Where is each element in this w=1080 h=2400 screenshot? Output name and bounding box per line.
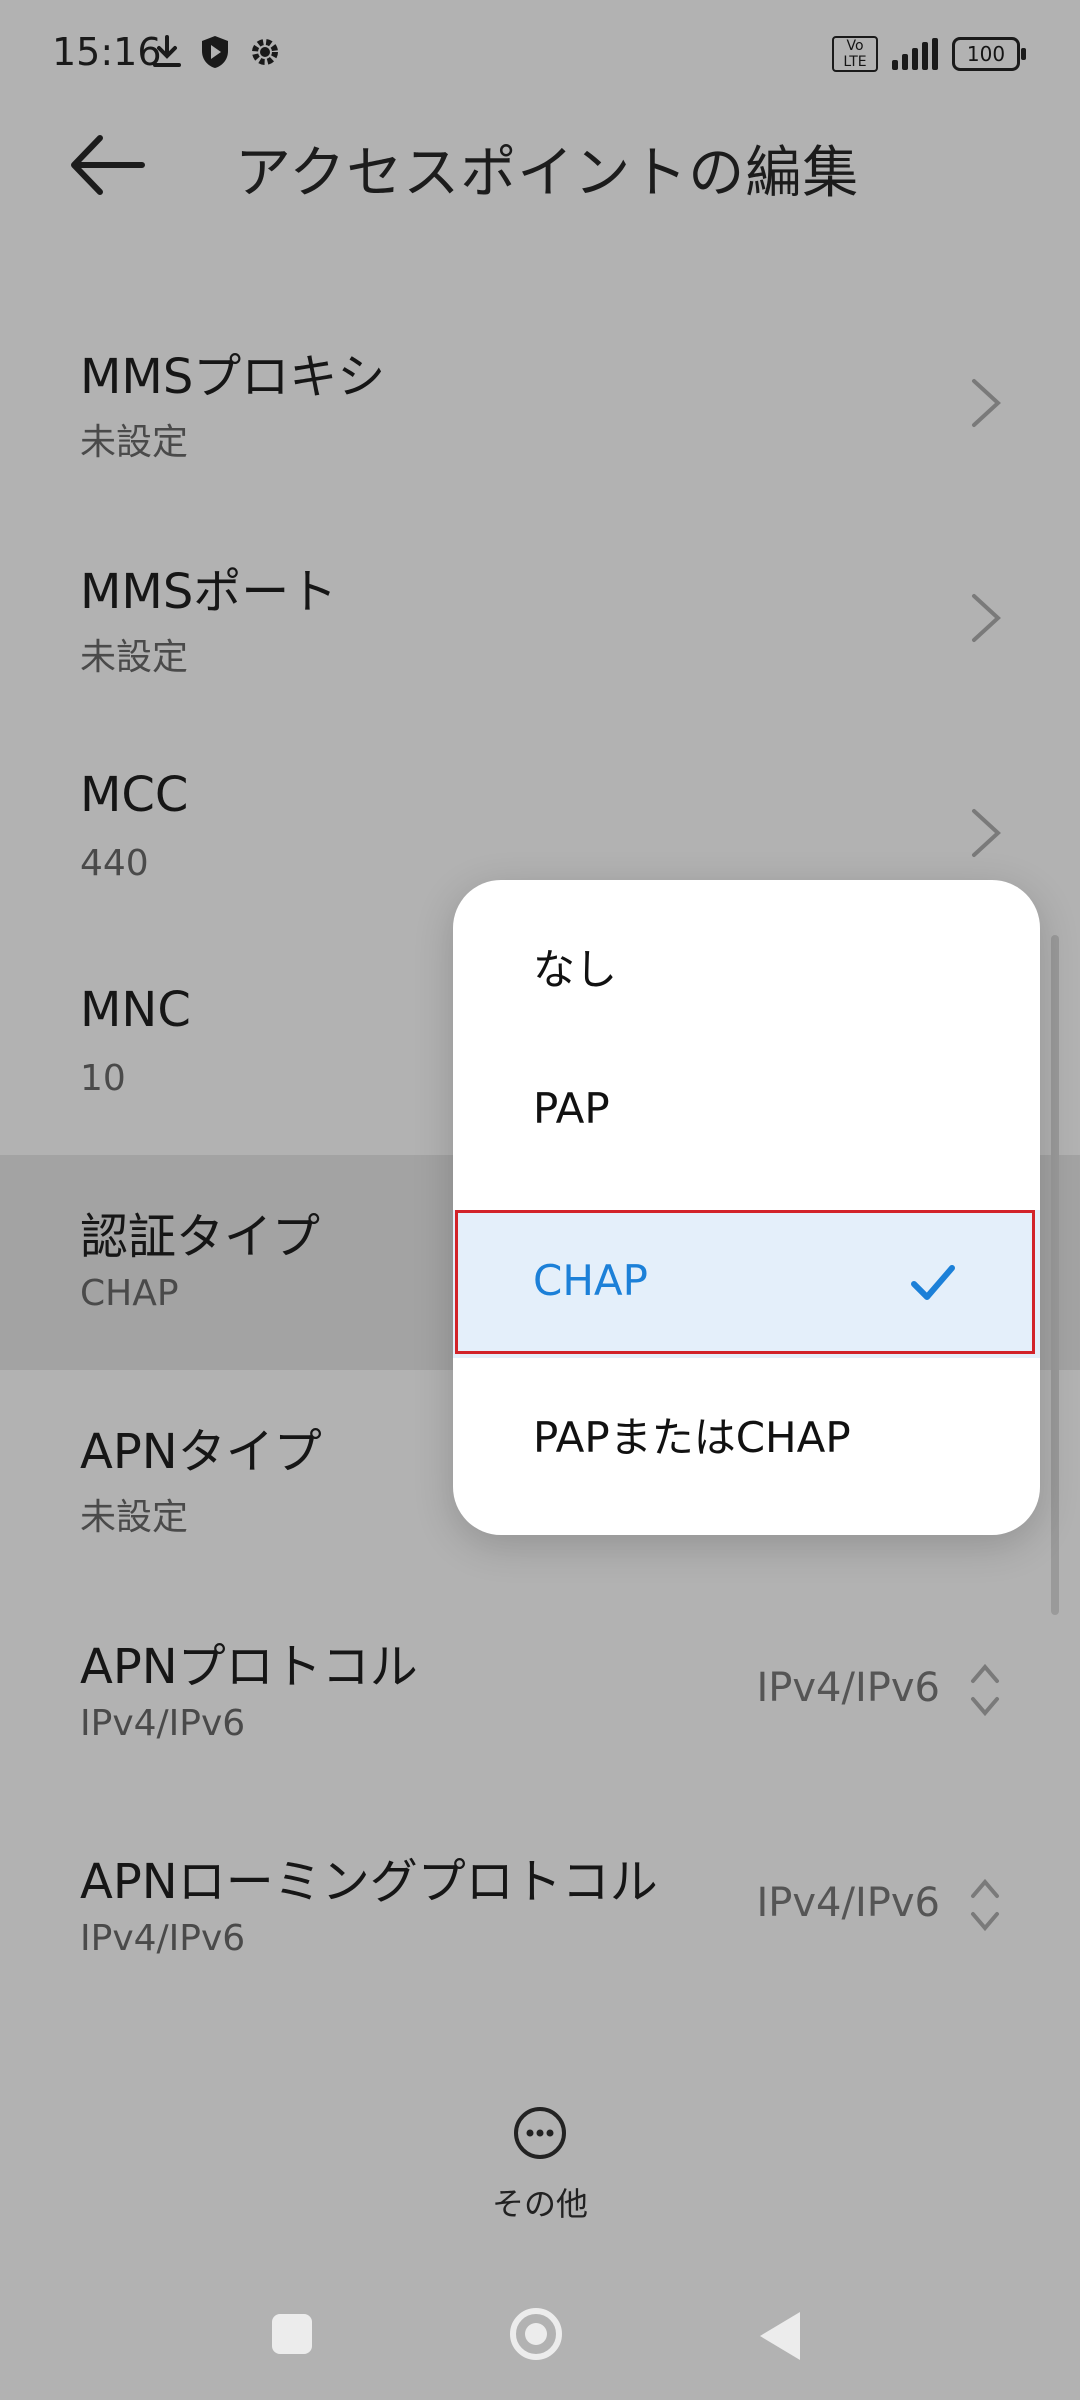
chevron-up-down-icon (971, 1663, 999, 1717)
more-label: その他 (491, 2185, 588, 2223)
more-button[interactable]: その他 (480, 2105, 600, 2225)
setting-value: 440 (80, 843, 149, 884)
back-arrow-icon[interactable] (70, 132, 146, 198)
setting-value: 未設定 (80, 1497, 189, 1538)
auth-type-popup: なし PAP CHAP PAPまたはCHAP (453, 880, 1040, 1535)
navigation-bar (0, 2280, 1080, 2400)
setting-label: 認証タイプ (80, 1209, 321, 1265)
option-label: PAPまたはCHAP (533, 1413, 851, 1462)
chevron-right-icon (972, 379, 1001, 427)
setting-value: IPv4/IPv6 (80, 1918, 246, 1959)
chevron-right-icon (972, 594, 1001, 642)
option-none[interactable]: なし (453, 890, 1040, 1038)
setting-row-apn-protocol[interactable]: APNプロトコル IPv4/IPv6 IPv4/IPv6 (0, 1585, 1080, 1800)
recent-apps-button[interactable] (272, 2314, 312, 2354)
status-icons-right: Vo LTE 100 (832, 36, 1026, 72)
check-icon (911, 1265, 955, 1300)
status-time: 15:16 (52, 30, 162, 74)
selected-value: IPv4/IPv6 (756, 1880, 940, 1926)
volte-icon: Vo LTE (832, 36, 878, 72)
page-title: アクセスポイントの編集 (235, 141, 860, 206)
setting-row-mms-proxy[interactable]: MMSプロキシ 未設定 (0, 295, 1080, 510)
setting-value: IPv4/IPv6 (80, 1703, 246, 1744)
status-icons-left (152, 34, 282, 79)
more-horizontal-icon (514, 2107, 566, 2159)
setting-value: 10 (80, 1058, 126, 1099)
option-chap[interactable]: CHAP (453, 1210, 1040, 1358)
download-icon (152, 35, 182, 78)
home-button[interactable] (510, 2308, 562, 2360)
option-pap[interactable]: PAP (453, 1038, 1040, 1186)
option-label: なし (533, 945, 618, 994)
battery-icon: 100 (952, 37, 1026, 71)
scrollbar[interactable] (1051, 935, 1059, 1615)
gear-icon (248, 35, 282, 78)
setting-value: 未設定 (80, 637, 189, 678)
option-label: CHAP (533, 1256, 648, 1305)
selected-value: IPv4/IPv6 (756, 1665, 940, 1711)
setting-label: MMSプロキシ (80, 349, 386, 405)
setting-label: MMSポート (80, 564, 338, 620)
chevron-up-down-icon (971, 1878, 999, 1932)
setting-label: APNプロトコル (80, 1639, 418, 1695)
option-label: PAP (533, 1084, 610, 1133)
setting-row-apn-roaming-protocol[interactable]: APNローミングプロトコル IPv4/IPv6 IPv4/IPv6 (0, 1800, 1080, 2015)
setting-label: MNC (80, 982, 191, 1038)
chevron-right-icon (972, 809, 1001, 857)
shield-icon (200, 34, 230, 79)
option-pap-or-chap[interactable]: PAPまたはCHAP (453, 1358, 1040, 1506)
setting-value: CHAP (80, 1273, 179, 1314)
setting-label: MCC (80, 767, 189, 823)
setting-label: APNタイプ (80, 1424, 322, 1480)
status-bar: 15:16 Vo LTE 100 (0, 0, 1080, 110)
nav-back-button[interactable] (760, 2312, 800, 2360)
setting-value: 未設定 (80, 422, 189, 463)
setting-row-mms-port[interactable]: MMSポート 未設定 (0, 510, 1080, 725)
app-header: アクセスポイントの編集 (0, 110, 1080, 220)
signal-icon (892, 38, 938, 70)
setting-label: APNローミングプロトコル (80, 1854, 658, 1910)
